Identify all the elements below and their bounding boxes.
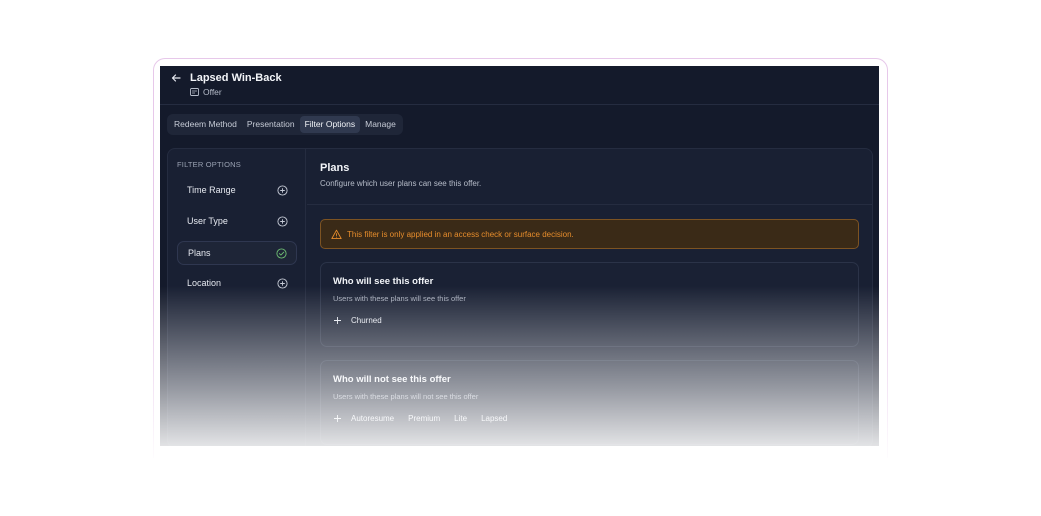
section-title: Plans: [320, 162, 350, 174]
arrow-left-icon[interactable]: [170, 72, 182, 84]
filter-panel: FILTER OPTIONS Time Range User Type Plan…: [167, 148, 873, 446]
tab-filter-options[interactable]: Filter Options: [299, 116, 361, 133]
sidebar-item-label: Plans: [188, 248, 211, 258]
page-header: Lapsed Win-Back Offer: [160, 66, 879, 105]
plus-circle-icon: [277, 185, 288, 196]
plan-label: Churned: [351, 316, 382, 325]
plan-label: Lapsed: [481, 414, 508, 423]
plus-icon: [334, 317, 341, 324]
warning-text: This filter is only applied in an access…: [347, 230, 574, 239]
sidebar-heading: FILTER OPTIONS: [177, 160, 241, 169]
sidebar-item-label: User Type: [187, 216, 228, 226]
plan-chip-premium[interactable]: Premium: [408, 414, 440, 423]
not-see-offer-card: Who will not see this offer Users with t…: [320, 360, 859, 445]
plan-list: Autoresume Premium Lite Lapsed: [333, 414, 507, 423]
app-window: Lapsed Win-Back Offer Redeem Method Pres…: [160, 66, 879, 446]
card-description: Users with these plans will see this off…: [333, 294, 466, 303]
see-offer-card: Who will see this offer Users with these…: [320, 262, 859, 347]
card-title: Who will not see this offer: [333, 374, 451, 385]
plan-chip-lite[interactable]: Lite: [454, 414, 467, 423]
tab-presentation[interactable]: Presentation: [242, 116, 300, 133]
tab-redeem-method[interactable]: Redeem Method: [169, 116, 242, 133]
plus-circle-icon: [277, 278, 288, 289]
page-subtitle: Offer: [203, 87, 222, 97]
sidebar-item-label: Time Range: [187, 185, 236, 195]
warning-banner: This filter is only applied in an access…: [320, 219, 859, 249]
check-circle-icon: [276, 248, 287, 259]
sidebar-item-label: Location: [187, 278, 222, 288]
ticket-icon: [190, 88, 199, 96]
sidebar-item-plans[interactable]: Plans: [177, 241, 297, 265]
plan-list: Churned: [333, 316, 382, 325]
plan-label: Lite: [454, 414, 468, 423]
card-title: Who will see this offer: [333, 276, 434, 287]
filter-sidebar: FILTER OPTIONS Time Range User Type Plan…: [168, 149, 306, 446]
plan-label: Autoresume: [351, 414, 395, 423]
plan-chip-lapsed[interactable]: Lapsed: [481, 414, 507, 423]
sidebar-item-time-range[interactable]: Time Range: [177, 179, 297, 203]
tab-bar: Redeem Method Presentation Filter Option…: [167, 114, 403, 135]
section-header: Plans Configure which user plans can see…: [307, 149, 873, 205]
plus-icon: [334, 415, 341, 422]
page-title: Lapsed Win-Back: [190, 72, 282, 84]
plan-label: Premium: [408, 414, 441, 423]
sidebar-item-user-type[interactable]: User Type: [177, 210, 297, 234]
tab-manage[interactable]: Manage: [360, 116, 401, 133]
plans-content: Plans Configure which user plans can see…: [307, 149, 873, 446]
plus-circle-icon: [277, 216, 288, 227]
card-description: Users with these plans will not see this…: [333, 392, 479, 401]
plan-chip-autoresume[interactable]: Autoresume: [333, 414, 394, 423]
plan-chip-churned[interactable]: Churned: [333, 316, 382, 325]
sidebar-item-location[interactable]: Location: [177, 272, 297, 296]
section-description: Configure which user plans can see this …: [320, 179, 482, 188]
warning-triangle-icon: [331, 229, 342, 240]
